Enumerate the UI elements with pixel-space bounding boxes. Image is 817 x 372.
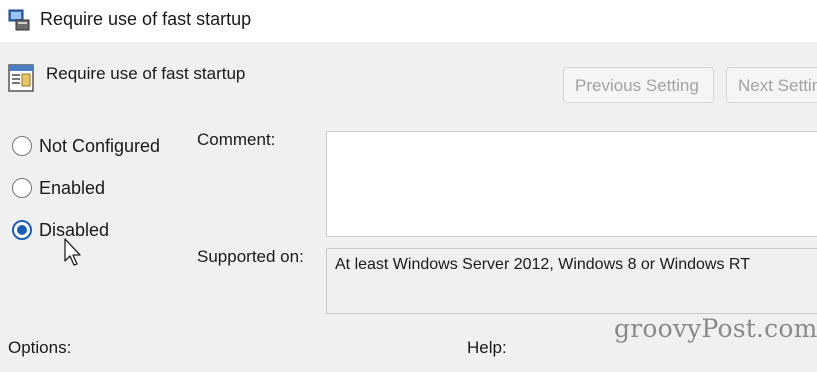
supported-on-value: At least Windows Server 2012, Windows 8 … [335, 256, 750, 273]
radio-button-selected[interactable] [12, 220, 32, 240]
help-label: Help: [467, 338, 507, 357]
previous-setting-button[interactable]: Previous Setting [563, 67, 714, 103]
comment-label: Comment: [197, 130, 276, 149]
radio-label: Not Configured [39, 135, 161, 156]
comment-field[interactable] [326, 131, 817, 237]
watermark: groovyPost.com [614, 314, 817, 343]
radio-button[interactable] [12, 136, 32, 156]
supported-on-field: At least Windows Server 2012, Windows 8 … [326, 248, 817, 314]
policy-app-icon [8, 9, 30, 31]
supported-on-label: Supported on: [197, 247, 304, 266]
radio-not-configured[interactable]: Not Configured [12, 134, 160, 158]
next-setting-button[interactable]: Next Setting [726, 67, 817, 103]
radio-label: Enabled [39, 177, 106, 198]
radio-enabled[interactable]: Enabled [12, 176, 105, 200]
mouse-pointer-icon [64, 238, 81, 266]
window-title: Require use of fast startup [40, 9, 252, 29]
policy-title: Require use of fast startup [46, 64, 246, 83]
radio-button[interactable] [12, 178, 32, 198]
radio-disabled[interactable]: Disabled [12, 218, 109, 242]
options-label: Options: [8, 338, 72, 357]
policy-setting-icon [8, 64, 34, 92]
title-bar: Require use of fast startup [0, 0, 817, 42]
policy-dialog: Require use of fast startup Previous Set… [0, 42, 817, 372]
